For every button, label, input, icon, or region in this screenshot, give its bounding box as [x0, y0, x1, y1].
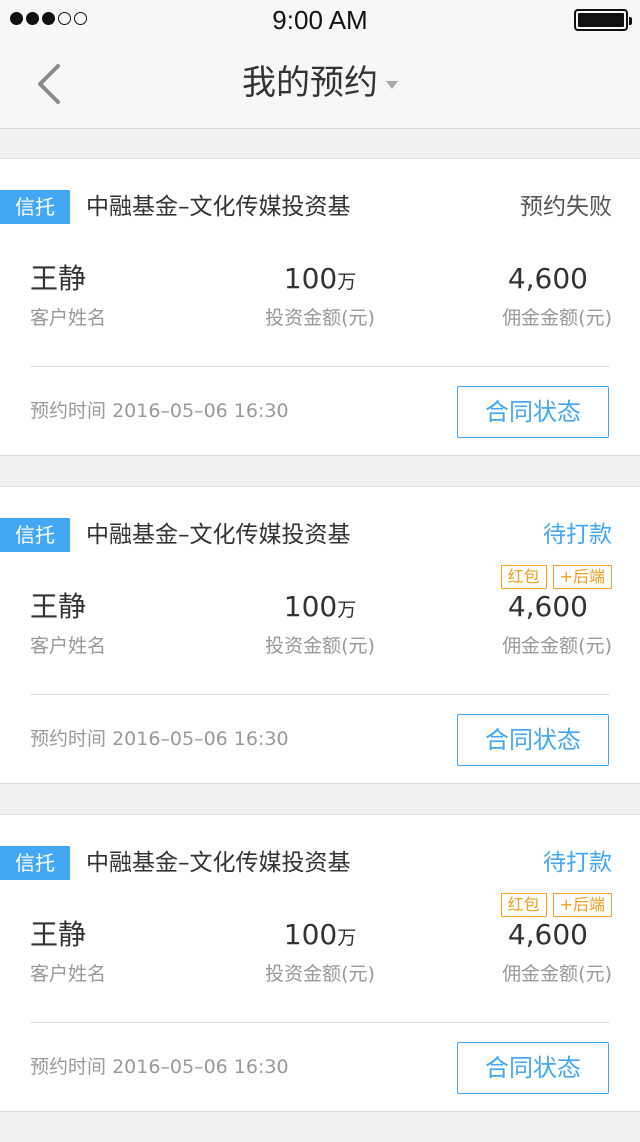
product-name: 中融基金–文化传媒投资基 — [86, 194, 351, 220]
reservation-time-label: 预约时间 — [30, 728, 107, 750]
customer-name: 王静 — [30, 590, 87, 623]
contract-status-button[interactable]: 合同状态 — [457, 714, 609, 766]
investment-amount: 100万 — [240, 917, 400, 957]
commission-amount-label: 佣金金额(元) — [502, 635, 612, 657]
order-status: 待打款 — [543, 522, 612, 548]
commission-amount: 4,600 — [507, 918, 588, 951]
page-title: 我的预约 — [242, 63, 378, 103]
amount-value: 100 — [283, 262, 338, 295]
amount-unit: 万 — [337, 271, 357, 293]
amount-value: 100 — [283, 590, 338, 623]
order-list: 信托 中融基金–文化传媒投资基 预约失败 王静 客户姓名 100万 投资金额(元… — [0, 158, 640, 1142]
divider — [30, 366, 610, 367]
badge-group: 红包 +后端 — [500, 893, 612, 917]
order-status: 待打款 — [543, 850, 612, 876]
customer-name: 王静 — [30, 918, 87, 951]
customer-name-label: 客户姓名 — [30, 635, 107, 657]
status-bar: 9:00 AM — [0, 0, 640, 40]
commission-amount: 4,600 — [507, 262, 588, 295]
category-tag: 信托 — [0, 190, 70, 224]
promo-badge: 红包 — [500, 565, 547, 589]
order-card[interactable]: 信托 中融基金–文化传媒投资基 待打款 红包 +后端 王静 客户姓名 100万 投… — [0, 486, 640, 784]
investment-amount-label: 投资金额(元) — [265, 963, 375, 985]
reservation-time: 预约时间 2016–05–06 16:30 — [30, 397, 289, 425]
caret-down-icon — [386, 80, 398, 89]
page-title-dropdown[interactable]: 我的预约 — [0, 60, 640, 106]
reservation-time-label: 预约时间 — [30, 1056, 107, 1078]
badge-group: 红包 +后端 — [500, 565, 612, 589]
battery-icon — [574, 9, 632, 31]
amount-unit: 万 — [337, 599, 357, 621]
promo-badge: +后端 — [552, 893, 612, 917]
investment-amount: 100万 — [240, 589, 400, 629]
investment-amount: 100万 — [240, 261, 400, 301]
amount-unit: 万 — [337, 927, 357, 949]
divider — [30, 694, 610, 695]
reservation-time-value: 2016–05–06 16:30 — [112, 1056, 289, 1078]
commission-amount-label: 佣金金额(元) — [502, 963, 612, 985]
amount-value: 100 — [283, 918, 338, 951]
promo-badge: 红包 — [500, 893, 547, 917]
product-name: 中融基金–文化传媒投资基 — [86, 850, 351, 876]
reservation-time-value: 2016–05–06 16:30 — [112, 400, 289, 422]
category-tag: 信托 — [0, 518, 70, 552]
commission-amount-label: 佣金金额(元) — [502, 307, 612, 329]
reservation-time: 预约时间 2016–05–06 16:30 — [30, 1053, 289, 1081]
reservation-time: 预约时间 2016–05–06 16:30 — [30, 725, 289, 753]
product-name: 中融基金–文化传媒投资基 — [86, 522, 351, 548]
contract-status-button[interactable]: 合同状态 — [457, 386, 609, 438]
nav-bar: 我的预约 — [0, 40, 640, 129]
reservation-time-value: 2016–05–06 16:30 — [112, 728, 289, 750]
promo-badge: +后端 — [552, 565, 612, 589]
investment-amount-label: 投资金额(元) — [265, 307, 375, 329]
investment-amount-label: 投资金额(元) — [265, 635, 375, 657]
contract-status-button[interactable]: 合同状态 — [457, 1042, 609, 1094]
reservation-time-label: 预约时间 — [30, 400, 107, 422]
status-time: 9:00 AM — [272, 5, 368, 35]
customer-name-label: 客户姓名 — [30, 307, 107, 329]
commission-amount: 4,600 — [507, 590, 588, 623]
order-card[interactable]: 信托 中融基金–文化传媒投资基 待打款 红包 +后端 王静 客户姓名 100万 投… — [0, 814, 640, 1112]
customer-name-label: 客户姓名 — [30, 963, 107, 985]
customer-name: 王静 — [30, 262, 87, 295]
divider — [30, 1022, 610, 1023]
order-card[interactable]: 信托 中融基金–文化传媒投资基 预约失败 王静 客户姓名 100万 投资金额(元… — [0, 158, 640, 456]
order-status: 预约失败 — [520, 194, 612, 220]
category-tag: 信托 — [0, 846, 70, 880]
